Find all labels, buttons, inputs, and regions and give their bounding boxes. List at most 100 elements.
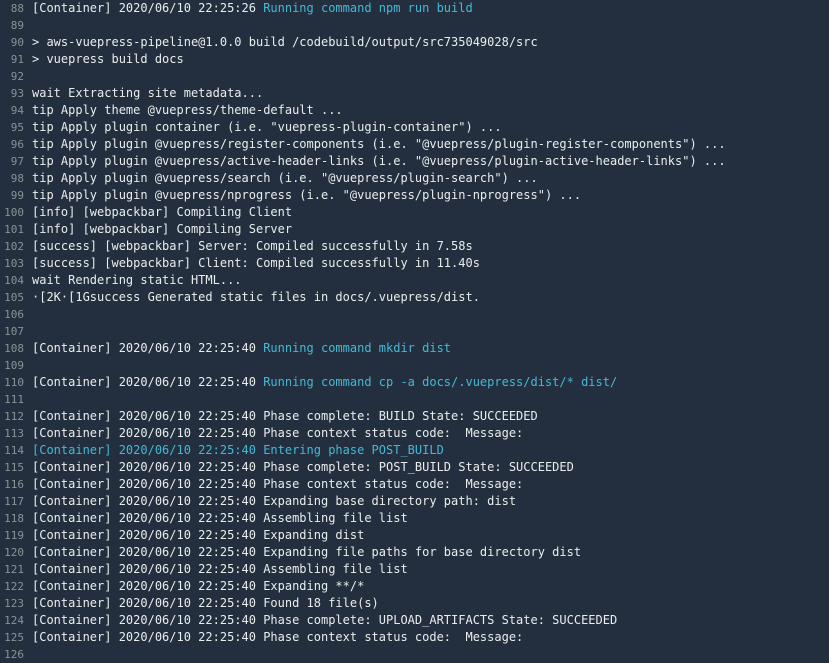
log-line-text — [24, 646, 32, 663]
log-line-plain-text: [info] [webpackbar] Compiling Server — [32, 222, 293, 236]
log-line-text: [Container] 2020/06/10 22:25:40 Expandin… — [24, 493, 516, 510]
line-number: 123 — [4, 597, 24, 610]
log-line-text: > vuepress build docs — [24, 51, 184, 68]
log-line-plain-text: tip Apply plugin @vuepress/active-header… — [32, 154, 726, 168]
log-line: 116 [Container] 2020/06/10 22:25:40 Phase… — [0, 476, 829, 493]
log-line-plain-text: tip Apply plugin @vuepress/search (i.e. … — [32, 171, 538, 185]
line-number: 113 — [4, 427, 24, 440]
log-line-text: [success] [webpackbar] Client: Compiled … — [24, 255, 480, 272]
log-line-text — [24, 357, 32, 374]
line-number: 90 — [10, 36, 24, 49]
log-line-text: [Container] 2020/06/10 22:25:40 Phase co… — [24, 476, 523, 493]
line-number: 126 — [4, 648, 24, 661]
log-line-plain-text: [Container] 2020/06/10 22:25:40 Expandin… — [32, 528, 365, 542]
log-line: 120 [Container] 2020/06/10 22:25:40 Expan… — [0, 544, 829, 561]
line-number: 118 — [4, 512, 24, 525]
log-line-plain-text: tip Apply theme @vuepress/theme-default … — [32, 103, 343, 117]
log-line-text: [Container] 2020/06/10 22:25:40 Expandin… — [24, 527, 364, 544]
log-line-plain-text: tip Apply plugin @vuepress/register-comp… — [32, 137, 726, 151]
log-line-text: tip Apply plugin container (i.e. "vuepre… — [24, 119, 502, 136]
log-line-text — [24, 17, 32, 34]
log-line-text: [Container] 2020/06/10 22:25:40 Expandin… — [24, 544, 581, 561]
log-line-text: ·[2K·[1Gsuccess Generated static files i… — [24, 289, 480, 306]
log-line: 95 tip Apply plugin container (i.e. "vuep… — [0, 119, 829, 136]
build-log-viewer[interactable]: 88 [Container] 2020/06/10 22:25:26 Runnin… — [0, 0, 829, 663]
line-number: 104 — [4, 274, 24, 287]
log-line-text: [Container] 2020/06/10 22:25:40 Running … — [24, 374, 617, 391]
log-line-plain-text: > aws-vuepress-pipeline@1.0.0 build /cod… — [32, 35, 538, 49]
log-line: 123 [Container] 2020/06/10 22:25:40 Found… — [0, 595, 829, 612]
log-line-plain-text: [Container] 2020/06/10 22:25:40 — [32, 341, 264, 355]
log-line: 106 — [0, 306, 829, 323]
log-line: 108 [Container] 2020/06/10 22:25:40 Runni… — [0, 340, 829, 357]
log-line: 113 [Container] 2020/06/10 22:25:40 Phase… — [0, 425, 829, 442]
line-number: 93 — [10, 87, 24, 100]
line-number: 101 — [4, 223, 24, 236]
log-line-plain-text: [Container] 2020/06/10 22:25:40 Phase co… — [32, 460, 574, 474]
log-line: 93 wait Extracting site metadata... — [0, 85, 829, 102]
log-line-plain-text: [Container] 2020/06/10 22:25:40 — [32, 375, 264, 389]
log-line-plain-text: [Container] 2020/06/10 22:25:26 — [32, 1, 264, 15]
log-line: 117 [Container] 2020/06/10 22:25:40 Expan… — [0, 493, 829, 510]
line-number: 95 — [10, 121, 24, 134]
log-line-text — [24, 306, 32, 323]
line-number: 92 — [10, 70, 24, 83]
line-number: 96 — [10, 138, 24, 151]
log-line-text: wait Extracting site metadata... — [24, 85, 263, 102]
log-line: 115 [Container] 2020/06/10 22:25:40 Phase… — [0, 459, 829, 476]
log-line-text: wait Rendering static HTML... — [24, 272, 242, 289]
log-line: 114 [Container] 2020/06/10 22:25:40 Enter… — [0, 442, 829, 459]
log-line-text — [24, 68, 32, 85]
log-line-highlight-text: Running command npm run build — [263, 1, 473, 15]
log-line-plain-text: [Container] 2020/06/10 22:25:40 Assembli… — [32, 511, 408, 525]
log-line: 99 tip Apply plugin @vuepress/nprogress (… — [0, 187, 829, 204]
line-number: 88 — [10, 2, 24, 15]
log-line-plain-text: [Container] 2020/06/10 22:25:40 Assembli… — [32, 562, 408, 576]
log-line: 111 — [0, 391, 829, 408]
log-line: 112 [Container] 2020/06/10 22:25:40 Phase… — [0, 408, 829, 425]
log-line-text: [Container] 2020/06/10 22:25:40 Found 18… — [24, 595, 379, 612]
log-line-text: [success] [webpackbar] Server: Compiled … — [24, 238, 473, 255]
line-number: 108 — [4, 342, 24, 355]
log-line-plain-text: [Container] 2020/06/10 22:25:40 Expandin… — [32, 494, 517, 508]
log-line-text: tip Apply plugin @vuepress/register-comp… — [24, 136, 726, 153]
log-line: 104 wait Rendering static HTML... — [0, 272, 829, 289]
log-line: 103 [success] [webpackbar] Client: Compil… — [0, 255, 829, 272]
line-number: 99 — [10, 189, 24, 202]
line-number: 125 — [4, 631, 24, 644]
log-line: 97 tip Apply plugin @vuepress/active-head… — [0, 153, 829, 170]
log-line: 109 — [0, 357, 829, 374]
log-line-plain-text: [Container] 2020/06/10 22:25:40 Phase co… — [32, 630, 524, 644]
line-number: 120 — [4, 546, 24, 559]
log-line: 101 [info] [webpackbar] Compiling Server — [0, 221, 829, 238]
log-line-highlight-text: Running command mkdir dist — [263, 341, 452, 355]
log-line-plain-text: wait Rendering static HTML... — [32, 273, 242, 287]
line-number: 109 — [4, 359, 24, 372]
log-line-text: [Container] 2020/06/10 22:25:40 Assembli… — [24, 510, 408, 527]
log-line: 122 [Container] 2020/06/10 22:25:40 Expan… — [0, 578, 829, 595]
log-line-highlight-text: [Container] 2020/06/10 22:25:40 Entering… — [32, 443, 444, 457]
log-line: 118 [Container] 2020/06/10 22:25:40 Assem… — [0, 510, 829, 527]
log-line-text: tip Apply theme @vuepress/theme-default … — [24, 102, 343, 119]
log-line-text: [Container] 2020/06/10 22:25:40 Phase co… — [24, 408, 538, 425]
log-line: 94 tip Apply theme @vuepress/theme-defaul… — [0, 102, 829, 119]
line-number: 116 — [4, 478, 24, 491]
log-line-text: [Container] 2020/06/10 22:25:40 Assembli… — [24, 561, 408, 578]
line-number: 111 — [4, 393, 24, 406]
log-line-plain-text: [Container] 2020/06/10 22:25:40 Found 18… — [32, 596, 379, 610]
log-line-plain-text: [Container] 2020/06/10 22:25:40 Expandin… — [32, 579, 365, 593]
log-line: 119 [Container] 2020/06/10 22:25:40 Expan… — [0, 527, 829, 544]
log-line: 107 — [0, 323, 829, 340]
line-number: 115 — [4, 461, 24, 474]
log-line: 96 tip Apply plugin @vuepress/register-co… — [0, 136, 829, 153]
line-number: 107 — [4, 325, 24, 338]
log-line: 91 > vuepress build docs — [0, 51, 829, 68]
log-line-plain-text: [Container] 2020/06/10 22:25:40 Phase co… — [32, 477, 524, 491]
log-line-plain-text: [info] [webpackbar] Compiling Client — [32, 205, 293, 219]
log-line-text: tip Apply plugin @vuepress/search (i.e. … — [24, 170, 538, 187]
line-number: 100 — [4, 206, 24, 219]
log-line-plain-text: wait Extracting site metadata... — [32, 86, 264, 100]
line-number: 89 — [10, 19, 24, 32]
log-line: 90 > aws-vuepress-pipeline@1.0.0 build /c… — [0, 34, 829, 51]
log-line-plain-text: [Container] 2020/06/10 22:25:40 Phase co… — [32, 409, 538, 423]
